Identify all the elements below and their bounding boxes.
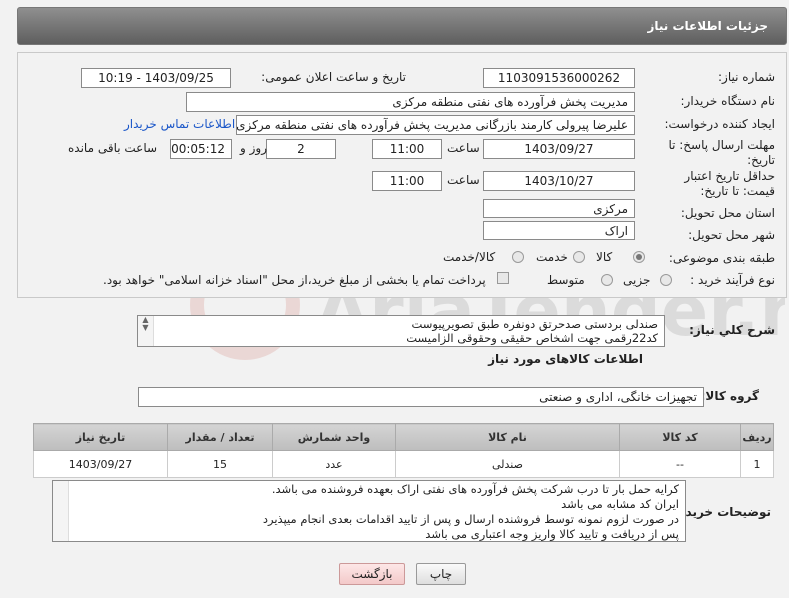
cell-code: -- bbox=[619, 450, 741, 478]
province-field: مرکزی bbox=[483, 199, 635, 218]
category-option-service: خدمت bbox=[536, 250, 568, 264]
items-table: ردیف کد کالا نام کالا واحد شمارش تعداد /… bbox=[33, 423, 774, 478]
general-desc-line: صندلی بردستی صدحرتق دونفره طبق تصویرپیوس… bbox=[411, 317, 658, 331]
buyer-notes-scrollbar[interactable] bbox=[53, 481, 69, 541]
announce-datetime-field: 1403/09/25 - 10:19 bbox=[81, 68, 231, 88]
remaining-label: ساعت باقی مانده bbox=[68, 141, 158, 155]
city-field: اراک bbox=[483, 221, 635, 240]
province-label: استان محل تحویل: bbox=[680, 206, 775, 220]
process-radio-medium[interactable] bbox=[601, 274, 613, 286]
reply-time-field: 11:00 bbox=[372, 139, 442, 159]
day-and-label: روز و bbox=[240, 141, 267, 155]
scroll-arrows-icon: ▲ ▼ bbox=[142, 315, 149, 332]
print-button[interactable]: چاپ bbox=[416, 563, 466, 585]
category-radio-goods-service[interactable] bbox=[512, 251, 524, 263]
col-quantity: تعداد / مقدار bbox=[167, 423, 273, 451]
requester-field: علیرضا پیرولی کارمند بازرگانی مدیریت پخش… bbox=[236, 115, 635, 135]
buyer-note-line: کرایه حمل بار تا درب شرکت پخش فرآورده ها… bbox=[271, 482, 679, 496]
general-desc-label: شرح کلي نياز: bbox=[689, 323, 775, 337]
buyer-note-line: در صورت لزوم نمونه توسط فروشنده ارسال و … bbox=[262, 512, 679, 526]
need-number-field: 1103091536000262 bbox=[483, 68, 635, 88]
col-row: ردیف bbox=[740, 423, 774, 451]
reply-deadline-label: مهلت ارسال پاسخ: تا تاریخ: bbox=[668, 138, 775, 167]
buyer-org-label: نام دستگاه خریدار: bbox=[680, 94, 776, 108]
page-title: جزئیات اطلاعات نیاز bbox=[647, 19, 768, 33]
process-option-minor: جزیی bbox=[623, 273, 651, 287]
buyer-note-line: پس از دریافت و تایید کالا واریز وجه اعتب… bbox=[425, 527, 679, 541]
goods-group-field: تجهیزات خانگی، اداری و صنعتی bbox=[138, 387, 704, 407]
cell-row: 1 bbox=[740, 450, 774, 478]
city-label: شهر محل تحویل: bbox=[688, 228, 775, 242]
days-remaining-field: 2 bbox=[266, 139, 336, 159]
announce-datetime-label: تاریخ و ساعت اعلان عمومی: bbox=[261, 70, 406, 84]
process-radio-minor[interactable] bbox=[660, 274, 672, 286]
table-row: 1 -- صندلی عدد 15 1403/09/27 bbox=[33, 450, 774, 478]
general-desc-line: کد22رقمی جهت اشخاص حقیقی وحقوقی الزامیست bbox=[406, 331, 658, 345]
need-number-label: شماره نیاز: bbox=[718, 70, 775, 84]
category-label: طبقه بندی موضوعی: bbox=[668, 251, 775, 265]
category-option-goods: کالا bbox=[596, 250, 613, 264]
price-validity-label: حداقل تاریخ اعتبار قیمت: تا تاریخ: bbox=[684, 169, 775, 198]
buyer-org-field: مدیریت پخش فرآورده های نفتی منطقه مرکزی bbox=[186, 92, 635, 112]
page-header: جزئیات اطلاعات نیاز bbox=[17, 7, 787, 45]
remaining-time-field: 00:05:12 bbox=[170, 139, 232, 159]
general-desc-scrollbar[interactable]: ▲ ▼ bbox=[138, 316, 154, 346]
process-option-medium: متوسط bbox=[547, 273, 585, 287]
reply-date-field: 1403/09/27 bbox=[483, 139, 635, 159]
validity-time-label: ساعت bbox=[447, 173, 480, 187]
cell-unit: عدد bbox=[272, 450, 396, 478]
treasury-payment-checkbox[interactable] bbox=[497, 272, 509, 284]
col-need-date: تاریخ نیاز bbox=[33, 423, 168, 451]
buyer-note-line: ایران کد مشابه می باشد bbox=[561, 497, 679, 511]
contact-buyer-link[interactable]: اطلاعات تماس خریدار bbox=[124, 117, 235, 131]
requester-label: ایجاد کننده درخواست: bbox=[664, 117, 775, 131]
goods-group-label: گروه کالا: bbox=[700, 389, 759, 403]
category-option-goods-service: کالا/خدمت bbox=[443, 250, 496, 264]
col-unit: واحد شمارش bbox=[272, 423, 396, 451]
items-info-heading: اطلاعات کالاهای مورد نیاز bbox=[488, 352, 643, 366]
table-header-row: ردیف کد کالا نام کالا واحد شمارش تعداد /… bbox=[33, 423, 774, 451]
treasury-payment-note: پرداخت تمام یا بخشی از مبلغ خرید،از محل … bbox=[103, 273, 486, 287]
cell-need-date: 1403/09/27 bbox=[33, 450, 168, 478]
col-code: کد کالا bbox=[619, 423, 741, 451]
cell-quantity: 15 bbox=[167, 450, 273, 478]
validity-time-field: 11:00 bbox=[372, 171, 442, 191]
col-name: نام کالا bbox=[395, 423, 620, 451]
validity-date-field: 1403/10/27 bbox=[483, 171, 635, 191]
category-radio-goods[interactable] bbox=[633, 251, 645, 263]
cell-name: صندلی bbox=[395, 450, 620, 478]
reply-time-label: ساعت bbox=[447, 141, 480, 155]
general-desc-textarea[interactable]: ▲ ▼ صندلی بردستی صدحرتق دونفره طبق تصویرپ… bbox=[137, 315, 665, 347]
process-type-label: نوع فرآیند خرید : bbox=[690, 273, 775, 287]
back-button[interactable]: بازگشت bbox=[339, 563, 405, 585]
category-radio-service[interactable] bbox=[573, 251, 585, 263]
buyer-notes-textarea[interactable]: کرایه حمل بار تا درب شرکت پخش فرآورده ها… bbox=[52, 480, 686, 542]
